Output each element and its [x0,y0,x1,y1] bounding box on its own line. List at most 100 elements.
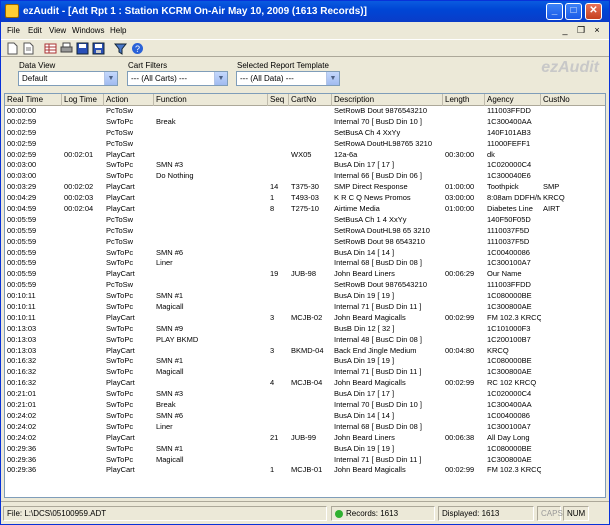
filter-icon[interactable] [114,42,127,55]
table-row[interactable]: 00:21:01 SwToPc SMN #3 BusA Din 17 [ 17 ] 1C… [5,389,605,400]
table-cell: SMN #6 [156,247,184,257]
table-cell: SwToPc [106,323,134,333]
table-row[interactable]: 00:10:11 PlayCart 3 MCJB-02 John Beard Magic… [5,313,605,324]
table-cell: 00:05:59 [7,225,37,235]
table-cell: 00:13:03 [7,323,37,333]
mdi-close-button[interactable]: × [591,24,603,36]
table-row[interactable]: 00:24:02 SwToPc SMN #6 BusA Din 14 [ 14 ] 1C… [5,410,605,422]
table-row[interactable]: 00:04:29 00:02:03 PlayCart 1 T493-03 K R C Q … [5,193,605,204]
table-cell: Internal 70 [ BusD Din 10 ] [334,400,422,410]
save-all-icon[interactable] [92,42,105,55]
print-icon[interactable] [60,42,73,55]
table-row[interactable]: 00:02:59 SwToPc Break Internal 70 [ BusD Di… [5,116,605,128]
table-cell: SwToPc [106,410,134,420]
chevron-down-icon[interactable]: ▼ [104,72,117,85]
column-header[interactable]: Length [443,94,485,106]
table-cell: Break [156,116,176,126]
table-row[interactable]: 00:24:02 SwToPc Liner Internal 68 [ BusD Di… [5,422,605,433]
table-row[interactable]: 00:04:59 00:02:04 PlayCart 8 T275-10 Airtime … [5,204,605,215]
table-row[interactable]: 00:05:59 PcToSw SetRowA DoutHL98 65 3210 11… [5,225,605,237]
column-header[interactable]: Function [154,94,268,106]
table-row[interactable]: 00:05:59 PcToSw SetRowB Dout 9876543210 111… [5,280,605,291]
table-cell: 11000FEFF1 [487,138,531,148]
table-row[interactable]: 00:29:36 SwToPc Magicall Internal 71 [ BusD… [5,455,605,466]
table-row[interactable]: 00:02:59 PcToSw SetBusA Ch 4 XxYy 140F101AB… [5,127,605,139]
mdi-minimize-button[interactable]: _ [559,24,571,36]
table-row[interactable]: 00:29:36 SwToPc SMN #1 BusA Din 19 [ 19 ] 1C… [5,444,605,455]
table-cell: JUB-98 [291,269,317,279]
table-row[interactable]: 00:21:01 SwToPc Break Internal 70 [ BusD Di… [5,400,605,411]
chevron-down-icon[interactable]: ▼ [214,72,227,85]
column-header[interactable]: Log Time [62,94,104,106]
table-row[interactable]: 00:02:59 PcToSw SetRowA DoutHL98765 3210 11… [5,138,605,150]
chevron-down-icon[interactable]: ▼ [326,72,339,85]
table-row[interactable]: 00:24:02 PlayCart 21 JUB-99 John Beard Liner… [5,433,605,444]
table-row[interactable]: 00:05:59 PlayCart 19 JUB-98 John Beard Liner… [5,269,605,280]
table-row[interactable]: 00:29:36 PlayCart 1 MCJB-01 John Beard Magic… [5,465,605,476]
column-header[interactable]: Agency [485,94,541,106]
status-ok-icon [335,509,343,518]
table-cell: RC 102 KRCQ [487,378,537,388]
table-row[interactable]: 00:10:11 SwToPc Magicall Internal 71 [ BusD… [5,302,605,313]
table-row[interactable]: 00:03:00 SwToPc Do Nothing Internal 66 [ Bu… [5,171,605,182]
cart-filters-select[interactable]: --- (All Carts) --- ▼ [127,71,228,86]
menu-edit[interactable]: Edit [28,22,42,39]
close-button[interactable]: ✕ [585,3,602,20]
table-cell: SwToPc [106,400,134,410]
table-cell: SetBusA Ch 4 XxYy [334,127,401,137]
table-cell: BusA Din 17 [ 17 ] [334,389,395,399]
table-row[interactable]: 00:00:00 PcToSw SetRowB Dout 9876543210 111… [5,106,605,117]
table-row[interactable]: 00:05:59 SwToPc Liner Internal 68 [ BusD Di… [5,258,605,269]
table-cell: SetRowB Dout 98 6543210 [334,236,425,246]
table-cell: 1C300040E6 [487,171,531,181]
table-row[interactable]: 00:05:59 PcToSw SetBusA Ch 1 4 XxYy 140F50F… [5,215,605,226]
table-cell: 03:00:00 [445,193,475,203]
table-cell: PlayCart [106,378,135,388]
minimize-button[interactable]: _ [546,3,563,20]
table-row[interactable]: 00:16:32 SwToPc Magicall Internal 71 [ BusD… [5,367,605,378]
column-header[interactable]: CustNo [541,94,605,106]
table-cell: 00:02:59 [7,127,37,137]
menu-file[interactable]: File [7,22,20,39]
column-header[interactable]: Real Time [5,94,62,106]
maximize-button[interactable]: □ [565,3,582,20]
table-cell: John Beard Magicalls [334,378,406,388]
mdi-restore-button[interactable]: ❐ [575,24,587,36]
column-header[interactable]: CartNo [289,94,332,106]
table-row[interactable]: 00:03:00 SwToPc SMN #3 BusA Din 17 [ 17 ] 1C… [5,160,605,171]
table-row[interactable]: 00:16:32 SwToPc SMN #1 BusA Din 19 [ 19 ] 1C… [5,356,605,367]
menu-view[interactable]: View [49,22,66,39]
table-row[interactable]: 00:13:03 SwToPc SMN #9 BusB Din 12 [ 32 ] 1C… [5,323,605,335]
table-cell: 1C300400AA [487,400,532,410]
table-row[interactable]: 00:10:11 SwToPc SMN #1 BusA Din 19 [ 19 ] 1C… [5,291,605,302]
table-row[interactable]: 00:13:03 SwToPc PLAY BKMD Internal 48 [ Bus… [5,334,605,346]
table-cell: 00:03:29 [7,182,37,192]
column-header[interactable]: Description [332,94,443,106]
new-icon[interactable] [6,42,19,55]
table-cell: 1110037F5D [487,225,530,235]
table-row[interactable]: 00:05:59 PcToSw SetRowB Dout 98 6543210 111… [5,236,605,248]
data-view-select[interactable]: Default ▼ [18,71,118,86]
table-cell: 00:16:32 [7,367,37,377]
table-row[interactable]: 00:16:32 PlayCart 4 MCJB-04 John Beard Magic… [5,378,605,389]
title-bar[interactable]: ezAudit - [Adt Rpt 1 : Station KCRM On-A… [1,1,609,22]
report-template-select[interactable]: --- (All Data) --- ▼ [236,71,340,86]
table-cell: Internal 48 [ BusC Din 08 ] [334,334,422,344]
table-row[interactable]: 00:02:59 00:02:01 PlayCart WX05 12a-6a 00:30:… [5,150,605,161]
table-cell: John Beard Liners [334,269,395,279]
table-row[interactable]: 00:03:29 00:02:02 PlayCart 14 T375-30 SMP Dir… [5,182,605,193]
column-header[interactable]: Action [104,94,154,106]
table-cell: Toothpick [487,182,519,192]
save-icon[interactable] [76,42,89,55]
column-header[interactable]: Seq [268,94,289,106]
table-row[interactable]: 00:05:59 SwToPc SMN #6 BusA Din 14 [ 14 ] 1C… [5,247,605,259]
table-cell: 00:02:04 [64,204,94,214]
grid-icon[interactable] [44,42,57,55]
open-icon[interactable] [22,42,35,55]
table-row[interactable]: 00:13:03 PlayCart 3 BKMD-04 Back End Jingle … [5,346,605,357]
help-icon[interactable]: ? [131,42,144,55]
menu-help[interactable]: Help [110,22,126,39]
table-cell: 00:21:01 [7,400,37,410]
table-cell: SMN #3 [156,160,184,170]
menu-windows[interactable]: Windows [72,22,104,39]
